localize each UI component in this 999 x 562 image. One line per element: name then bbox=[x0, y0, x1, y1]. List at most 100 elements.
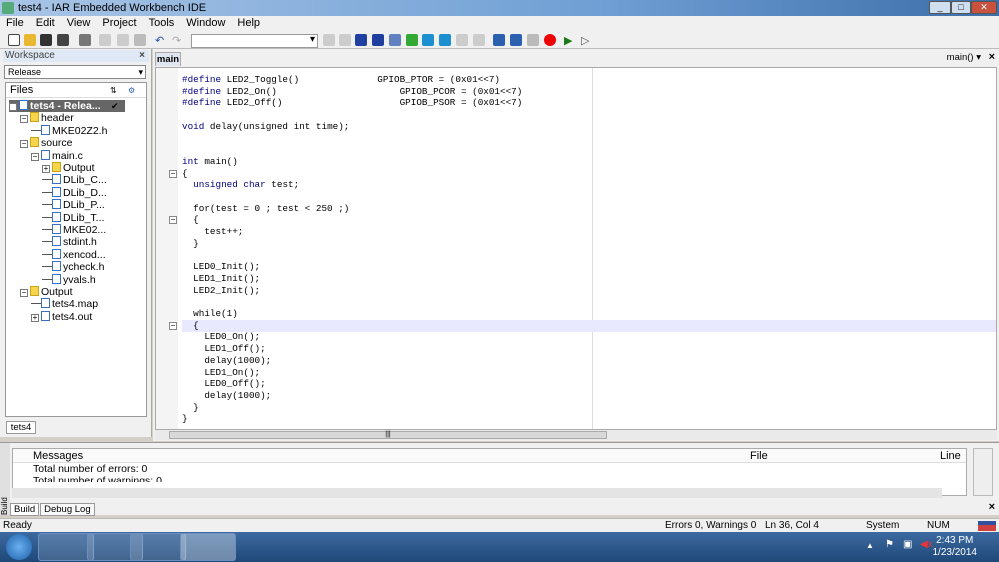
download-debug-icon[interactable]: ▶ bbox=[564, 34, 576, 47]
tree-item[interactable]: DLib_C... bbox=[42, 174, 107, 186]
code-line[interactable]: while(1) bbox=[182, 308, 238, 320]
tab-build[interactable]: Build bbox=[10, 503, 40, 516]
tree-item[interactable]: − main.c bbox=[31, 149, 83, 162]
code-line[interactable]: LED1_Init(); bbox=[182, 273, 260, 285]
column-line[interactable]: Line bbox=[940, 450, 961, 462]
find-in-files-icon[interactable] bbox=[372, 34, 384, 46]
tree-item[interactable]: ycheck.h bbox=[42, 261, 104, 273]
menu-project[interactable]: Project bbox=[96, 16, 142, 31]
column-messages[interactable]: Messages bbox=[33, 450, 83, 462]
menu-file[interactable]: File bbox=[0, 16, 30, 31]
collapse-icon[interactable]: − bbox=[20, 140, 28, 149]
collapse-icon[interactable]: − bbox=[20, 115, 28, 124]
code-line[interactable]: unsigned char test; bbox=[182, 179, 299, 191]
maximize-button[interactable]: □ bbox=[951, 1, 971, 14]
code-line[interactable]: } bbox=[182, 402, 199, 414]
menu-window[interactable]: Window bbox=[180, 16, 231, 31]
redo-icon[interactable]: ↷ bbox=[172, 34, 184, 47]
tree-item[interactable]: DLib_T... bbox=[42, 211, 104, 224]
code-line[interactable]: LED0_Off(); bbox=[182, 378, 265, 390]
make-icon[interactable] bbox=[510, 34, 522, 46]
code-line[interactable]: test++; bbox=[182, 226, 243, 238]
editor-horizontal-scrollbar[interactable]: ||| bbox=[155, 430, 997, 440]
collapse-icon[interactable]: − bbox=[20, 289, 28, 297]
open-icon[interactable] bbox=[24, 34, 36, 46]
menu-view[interactable]: View bbox=[61, 16, 97, 31]
start-button[interactable] bbox=[6, 534, 32, 560]
new-file-icon[interactable] bbox=[8, 34, 20, 46]
code-line[interactable]: } bbox=[182, 413, 188, 425]
tree-item[interactable]: MKE02Z2.h bbox=[31, 124, 107, 137]
messages-horizontal-scrollbar[interactable] bbox=[12, 488, 942, 498]
editor-close-button[interactable]: × bbox=[989, 51, 995, 63]
options-icon[interactable]: ⚙ bbox=[128, 83, 135, 98]
workspace-tab-tets4[interactable]: tets4 bbox=[6, 421, 36, 434]
internet-explorer-icon[interactable] bbox=[38, 533, 94, 561]
remove-breakpoint-icon[interactable] bbox=[339, 34, 351, 46]
fold-icon[interactable]: − bbox=[169, 216, 177, 225]
minimize-button[interactable]: _ bbox=[929, 1, 951, 14]
code-line[interactable]: #define LED2_Off() GPIOB_PSOR = (0x01<<7… bbox=[182, 97, 522, 109]
undo-icon[interactable]: ↶ bbox=[155, 34, 167, 47]
code-line[interactable]: LED0_On(); bbox=[182, 331, 260, 343]
code-line[interactable]: } bbox=[182, 238, 199, 250]
tree-item[interactable]: − source bbox=[20, 137, 73, 149]
expand-icon[interactable]: + bbox=[31, 313, 39, 322]
save-all-icon[interactable] bbox=[57, 34, 69, 46]
code-line[interactable]: LED1_On(); bbox=[182, 367, 260, 379]
fold-icon[interactable]: − bbox=[169, 321, 177, 330]
stop-build-icon[interactable] bbox=[527, 34, 539, 46]
menu-help[interactable]: Help bbox=[231, 16, 266, 31]
iar-workbench-taskbar-icon[interactable] bbox=[180, 533, 236, 561]
message-row[interactable]: Total number of warnings: 0 bbox=[13, 475, 966, 482]
code-line[interactable]: void delay(unsigned int time); bbox=[182, 121, 349, 133]
code-line[interactable]: delay(1000); bbox=[182, 355, 271, 367]
sort-icon[interactable]: ⇅ bbox=[110, 83, 117, 98]
copy-icon[interactable] bbox=[117, 34, 129, 46]
print-icon[interactable] bbox=[79, 34, 91, 46]
code-line[interactable]: { bbox=[182, 319, 996, 332]
tree-item[interactable]: + Output bbox=[42, 162, 95, 174]
code-line[interactable]: { bbox=[182, 168, 188, 180]
code-line[interactable]: int main() bbox=[182, 156, 238, 168]
code-line[interactable]: delay(1000); bbox=[182, 390, 271, 402]
find-icon[interactable] bbox=[355, 34, 367, 46]
next-bookmark-icon[interactable] bbox=[422, 34, 434, 46]
column-file[interactable]: File bbox=[750, 450, 768, 462]
action-center-flag-icon[interactable]: ⚑ bbox=[885, 539, 894, 550]
code-editor[interactable]: #define LED2_Toggle() GPIOB_PTOR = (0x01… bbox=[155, 67, 997, 430]
save-icon[interactable] bbox=[40, 34, 52, 46]
navigate-back-icon[interactable] bbox=[456, 34, 468, 46]
tree-item[interactable]: DLib_D... bbox=[42, 186, 107, 199]
navigate-forward-icon[interactable] bbox=[473, 34, 485, 46]
show-hidden-icons[interactable]: ▲ bbox=[866, 541, 874, 550]
tree-item[interactable]: tets4.map bbox=[31, 298, 98, 310]
messages-vertical-scrollbar[interactable] bbox=[973, 448, 993, 496]
fold-icon[interactable]: − bbox=[169, 169, 177, 178]
function-select[interactable]: main() ▾ bbox=[947, 52, 981, 63]
menu-tools[interactable]: Tools bbox=[143, 16, 181, 31]
close-button[interactable]: ✕ bbox=[971, 1, 997, 14]
cut-icon[interactable] bbox=[99, 34, 111, 46]
volume-muted-icon[interactable]: ◀x bbox=[920, 539, 933, 550]
code-line[interactable]: LED0_Init(); bbox=[182, 261, 260, 273]
tab-debug-log[interactable]: Debug Log bbox=[40, 503, 95, 516]
configuration-select[interactable]: Release bbox=[4, 65, 146, 79]
workspace-close-button[interactable]: × bbox=[139, 50, 145, 61]
build-close-button[interactable]: × bbox=[989, 501, 995, 513]
language-flag-icon[interactable] bbox=[978, 521, 996, 531]
tree-item[interactable]: − header bbox=[20, 112, 74, 124]
tab-main[interactable]: main bbox=[155, 52, 181, 66]
collapse-icon[interactable]: − bbox=[31, 152, 39, 161]
tree-item[interactable]: DLib_P... bbox=[42, 199, 105, 211]
tree-item[interactable]: xencod... bbox=[42, 248, 106, 261]
tree-item[interactable]: MKE02... bbox=[42, 224, 106, 236]
expand-icon[interactable]: + bbox=[42, 165, 50, 173]
tree-item[interactable]: + tets4.out bbox=[31, 310, 92, 323]
go-to-icon[interactable] bbox=[389, 34, 401, 46]
tree-item[interactable]: − tets4 - Relea... bbox=[9, 100, 125, 112]
find-combo[interactable] bbox=[191, 34, 318, 48]
breakpoint-icon[interactable] bbox=[544, 34, 556, 46]
toggle-breakpoint-icon[interactable] bbox=[323, 34, 335, 46]
code-line[interactable]: LED1_Off(); bbox=[182, 343, 265, 355]
